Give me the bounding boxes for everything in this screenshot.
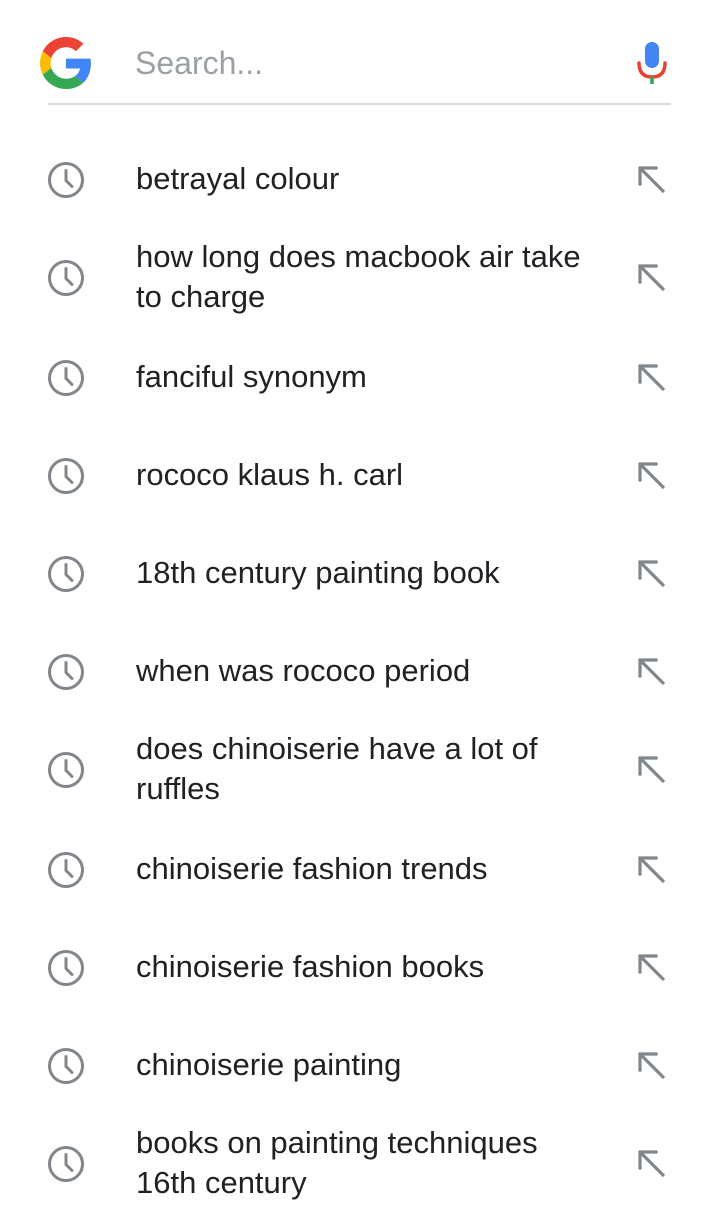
history-icon: [48, 556, 84, 592]
suggestion-item[interactable]: betrayal colour: [0, 130, 720, 228]
suggestion-item[interactable]: how long does macbook air take to charge: [0, 228, 720, 326]
suggestion-text: chinoiserie painting: [136, 1047, 402, 1082]
history-icon: [48, 360, 84, 396]
arrow-up-left-icon[interactable]: [634, 1146, 670, 1182]
history-icon: [48, 852, 84, 888]
suggestion-item[interactable]: 18th century painting book: [0, 524, 720, 622]
history-icon: [48, 654, 84, 690]
arrow-up-left-icon[interactable]: [634, 1048, 670, 1084]
suggestion-item[interactable]: chinoiserie fashion books: [0, 918, 720, 1016]
suggestion-text: fanciful synonym: [136, 359, 367, 394]
history-icon: [48, 950, 84, 986]
suggestion-text: how long does macbook air take to charge: [136, 239, 581, 314]
arrow-up-left-icon[interactable]: [634, 360, 670, 396]
search-divider: [48, 103, 671, 105]
google-logo-icon: [40, 37, 91, 89]
history-icon: [48, 162, 84, 198]
suggestion-text: when was rococo period: [136, 653, 471, 688]
suggestion-text: 18th century painting book: [136, 555, 500, 590]
arrow-up-left-icon[interactable]: [634, 556, 670, 592]
suggestion-text: books on painting techniques 16th centur…: [136, 1125, 538, 1200]
suggestion-item[interactable]: chinoiserie painting: [0, 1016, 720, 1114]
history-icon: [48, 1048, 84, 1084]
suggestion-item[interactable]: books on painting techniques 16th centur…: [0, 1114, 720, 1212]
arrow-up-left-icon[interactable]: [634, 260, 670, 296]
suggestion-item[interactable]: does chinoiserie have a lot of ruffles: [0, 720, 720, 818]
arrow-up-left-icon[interactable]: [634, 162, 670, 198]
arrow-up-left-icon[interactable]: [634, 852, 670, 888]
suggestion-item[interactable]: when was rococo period: [0, 622, 720, 720]
arrow-up-left-icon[interactable]: [634, 654, 670, 690]
suggestion-item[interactable]: fanciful synonym: [0, 328, 720, 426]
suggestion-item[interactable]: chinoiserie fashion trends: [0, 820, 720, 918]
history-icon: [48, 260, 84, 296]
suggestion-text: rococo klaus h. carl: [136, 457, 404, 492]
history-icon: [48, 1146, 84, 1182]
arrow-up-left-icon[interactable]: [634, 752, 670, 788]
microphone-icon[interactable]: [630, 38, 674, 88]
suggestion-text: does chinoiserie have a lot of ruffles: [136, 731, 538, 806]
history-icon: [48, 458, 84, 494]
suggestion-text: chinoiserie fashion trends: [136, 851, 488, 886]
history-icon: [48, 752, 84, 788]
search-input[interactable]: [135, 36, 605, 90]
search-bar: [0, 0, 720, 104]
suggestion-list: betrayal colour how long does macbook ai…: [0, 130, 720, 1227]
suggestion-text: betrayal colour: [136, 161, 340, 196]
arrow-up-left-icon[interactable]: [634, 458, 670, 494]
suggestion-text: chinoiserie fashion books: [136, 949, 485, 984]
suggestion-item[interactable]: rococo klaus h. carl: [0, 426, 720, 524]
arrow-up-left-icon[interactable]: [634, 950, 670, 986]
